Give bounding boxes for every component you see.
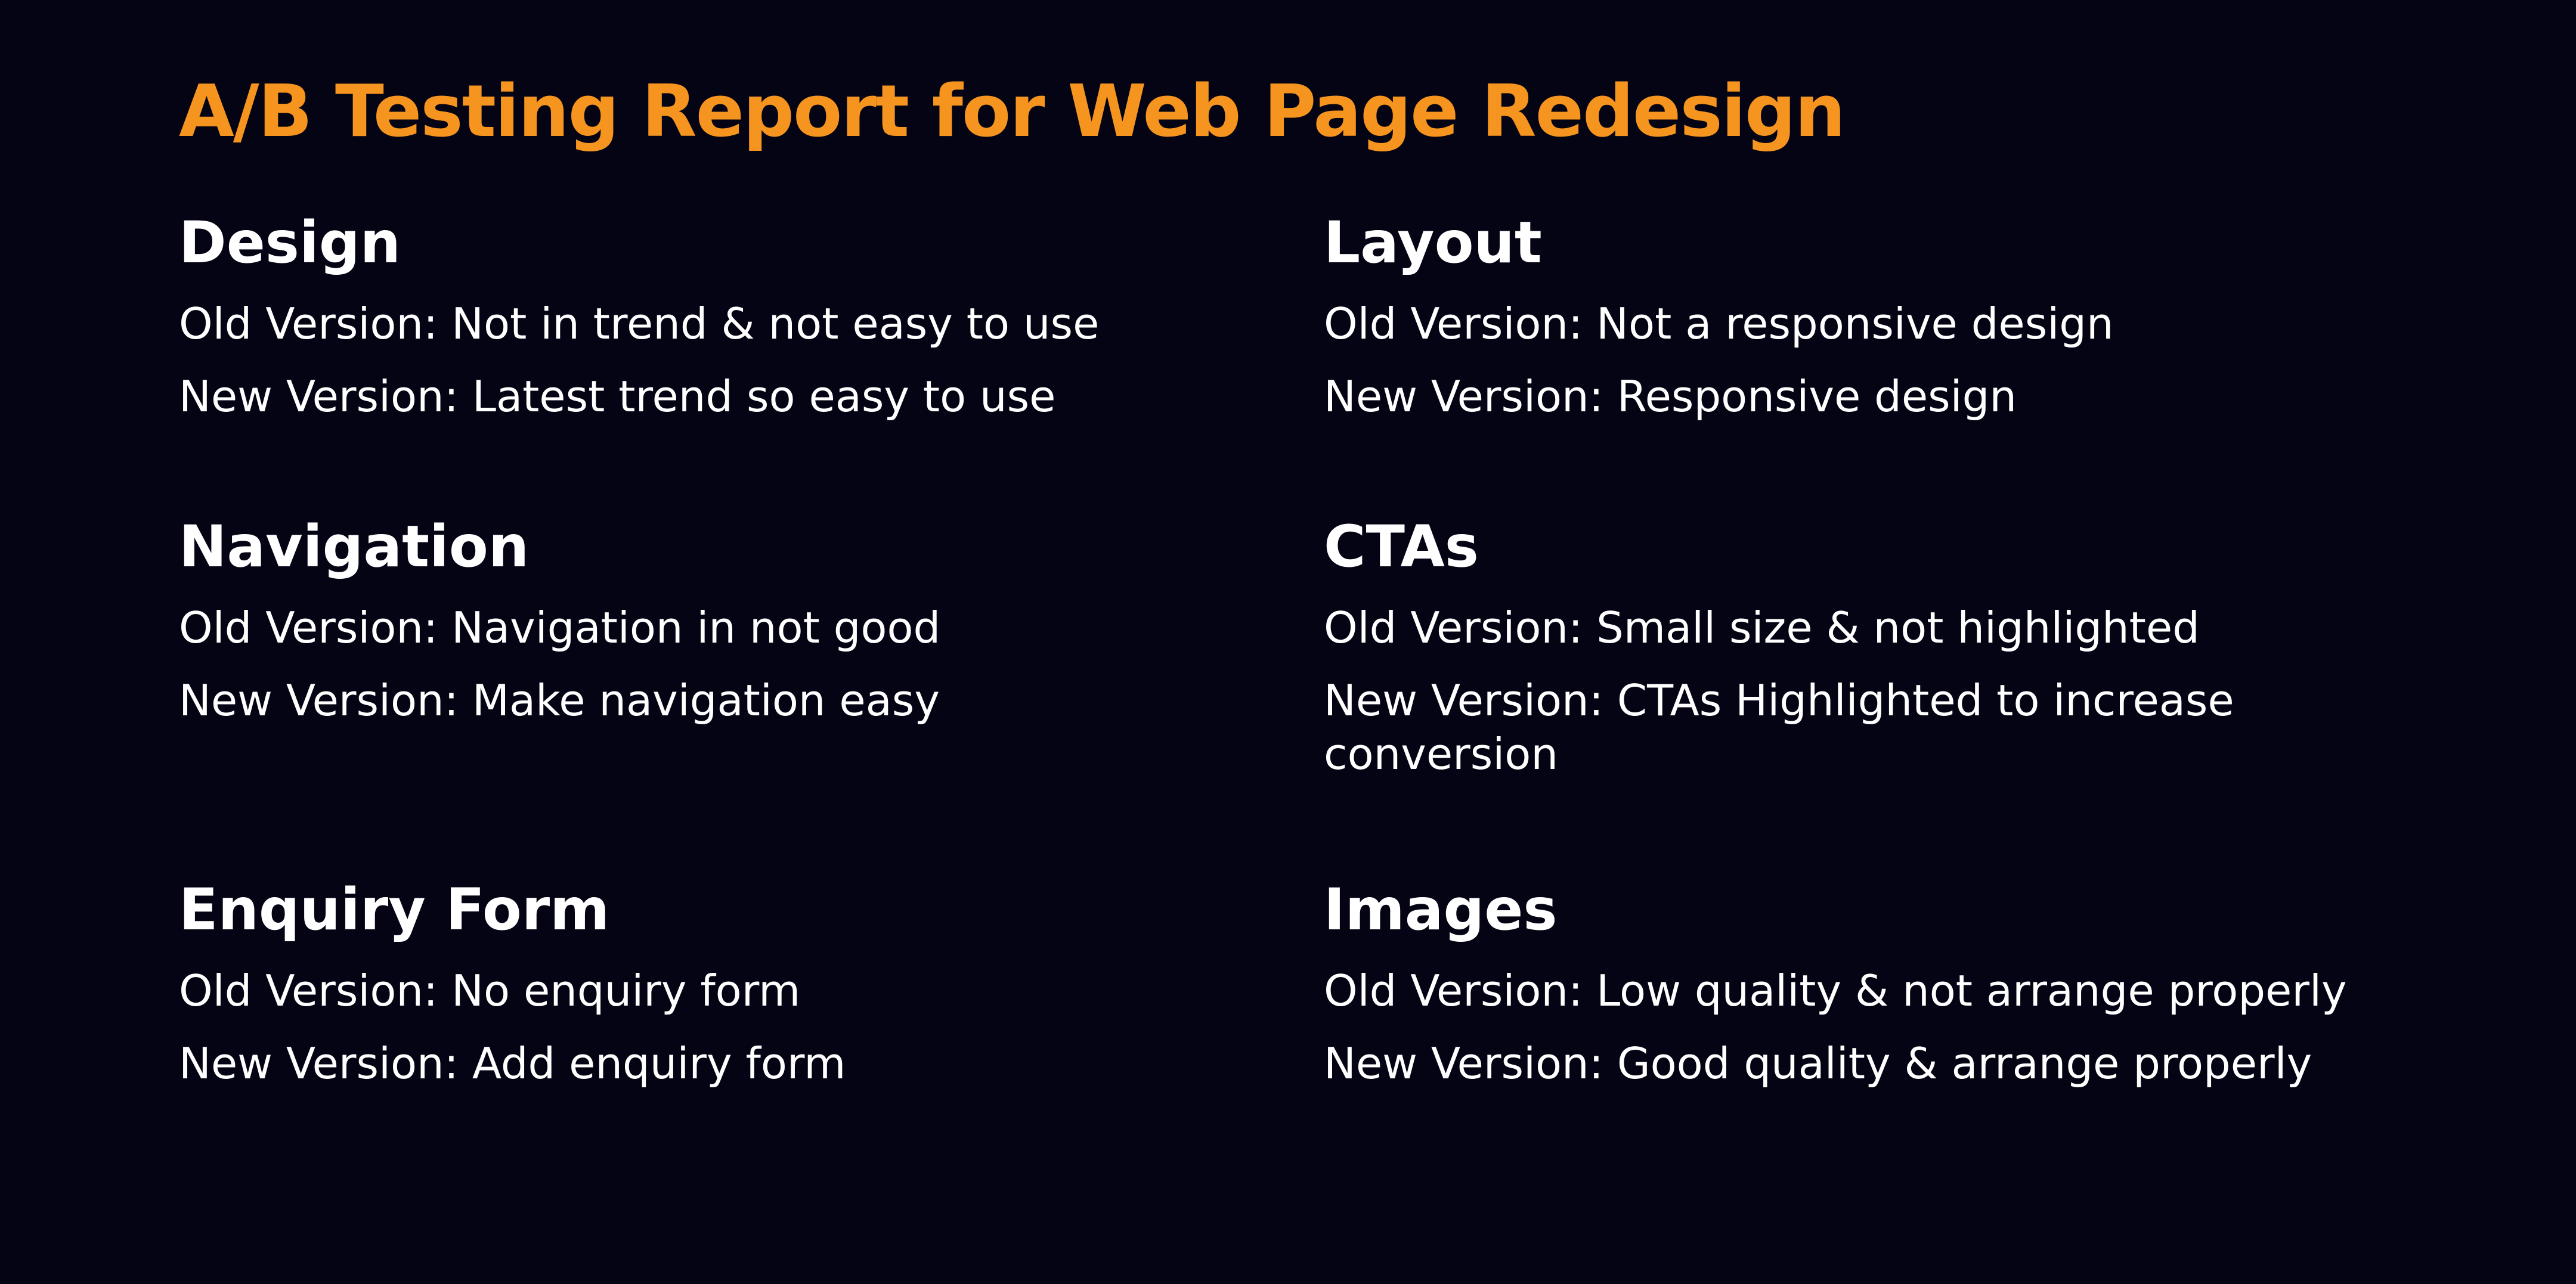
section-heading: Navigation	[179, 513, 530, 580]
new-version-text: New Version: Make navigation easy	[179, 675, 940, 725]
page-title: A/B Testing Report for Web Page Redesign	[179, 70, 1846, 153]
old-version-text: Old Version: Small size & not highlighte…	[1324, 603, 2200, 653]
section-heading: Layout	[1324, 209, 1542, 276]
new-version-text: New Version: Responsive design	[1324, 371, 2017, 421]
new-version-text: New Version: Latest trend so easy to use	[179, 371, 1056, 421]
old-version-text: Old Version: No enquiry form	[179, 966, 801, 1016]
section-ctas: CTAs Old Version: Small size & not highl…	[1324, 514, 2409, 800]
section-heading: Enquiry Form	[179, 876, 610, 943]
new-version-text: New Version: Add enquiry form	[179, 1038, 846, 1088]
section-layout: Layout Old Version: Not a responsive des…	[1324, 210, 2409, 442]
old-version-text: Old Version: Not a responsive design	[1324, 299, 2114, 349]
section-navigation: Navigation Old Version: Navigation in no…	[179, 514, 1264, 746]
section-design: Design Old Version: Not in trend & not e…	[179, 210, 1264, 442]
section-enquiry-form: Enquiry Form Old Version: No enquiry for…	[179, 877, 1264, 1109]
old-version-text: Old Version: Navigation in not good	[179, 603, 941, 653]
old-version-text: Old Version: Not in trend & not easy to …	[179, 299, 1100, 349]
new-version-text: New Version: Good quality & arrange prop…	[1324, 1038, 2312, 1088]
section-heading: Images	[1324, 876, 1558, 943]
old-version-text: Old Version: Low quality & not arrange p…	[1324, 966, 2347, 1016]
section-heading: CTAs	[1324, 513, 1479, 580]
new-version-text: New Version: CTAs Highlighted to increas…	[1324, 675, 2234, 779]
section-heading: Design	[179, 209, 401, 276]
section-images: Images Old Version: Low quality & not ar…	[1324, 877, 2409, 1109]
